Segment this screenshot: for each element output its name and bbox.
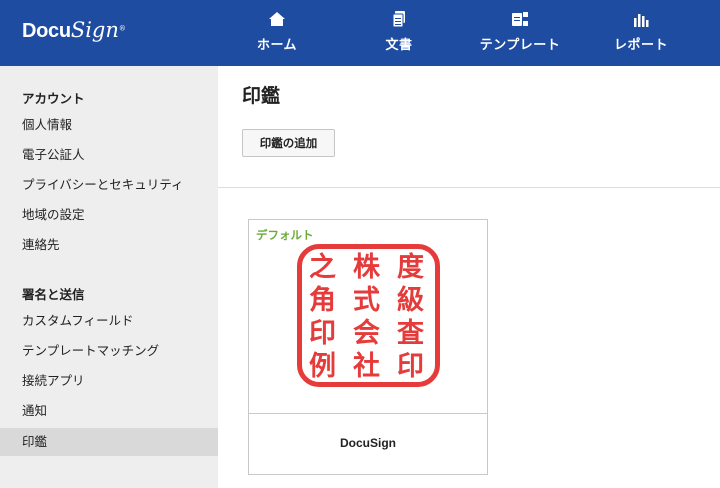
sidebar-item-notary[interactable]: 電子公証人 xyxy=(0,141,218,169)
stamp-char: 例 xyxy=(309,351,336,382)
stamp-char: 印 xyxy=(309,318,336,349)
default-badge: デフォルト xyxy=(256,228,314,242)
nav-templates-label: テンプレート xyxy=(479,38,561,53)
nav-home[interactable]: ホーム xyxy=(222,0,332,66)
sidebar-item-notifications[interactable]: 通知 xyxy=(0,397,218,425)
divider xyxy=(218,187,720,188)
sidebar-item-custom-fields[interactable]: カスタムフィールド xyxy=(0,307,218,335)
stamp-char: 角 xyxy=(309,285,336,316)
sidebar-item-privacy-security[interactable]: プライバシーとセキュリティ xyxy=(0,171,218,199)
nav-reports-label: レポート xyxy=(613,38,668,53)
stamp-char: 之 xyxy=(309,252,336,283)
sidebar-section-signing: 署名と送信 xyxy=(22,287,85,302)
seal-card[interactable]: デフォルト 之 角 印 例 株 式 会 社 度 級 査 印 DocuSign xyxy=(248,219,488,475)
reports-icon xyxy=(634,14,649,27)
sidebar-item-contacts[interactable]: 連絡先 xyxy=(0,231,218,259)
stamp-char: 度 xyxy=(397,252,424,283)
sidebar-item-template-matching[interactable]: テンプレートマッチング xyxy=(0,337,218,365)
home-icon xyxy=(269,12,285,26)
top-navigation-bar: DocuSign® ホーム 文書 テンプレート レポート xyxy=(0,0,720,66)
sidebar-item-seals[interactable]: 印鑑 xyxy=(0,428,218,456)
stamp-char: 式 xyxy=(353,285,380,316)
documents-icon xyxy=(392,11,405,28)
page-title: 印鑑 xyxy=(242,85,281,107)
seal-stamp-image: 之 角 印 例 株 式 会 社 度 級 査 印 xyxy=(297,244,440,387)
seal-name: DocuSign xyxy=(340,436,396,450)
sidebar-item-regional-settings[interactable]: 地域の設定 xyxy=(0,201,218,229)
add-seal-button[interactable]: 印鑑の追加 xyxy=(242,129,335,157)
stamp-char: 印 xyxy=(397,351,424,382)
stamp-char: 査 xyxy=(397,318,424,349)
sidebar-item-connected-apps[interactable]: 接続アプリ xyxy=(0,367,218,395)
stamp-char: 級 xyxy=(397,285,424,316)
stamp-char: 会 xyxy=(353,318,380,349)
sidebar-section-account: アカウント xyxy=(22,91,85,106)
sidebar-item-personal-info[interactable]: 個人情報 xyxy=(0,111,218,139)
nav-reports[interactable]: レポート xyxy=(586,0,696,66)
templates-icon xyxy=(512,12,528,26)
nav-templates[interactable]: テンプレート xyxy=(465,0,575,66)
docusign-logo[interactable]: DocuSign® xyxy=(22,18,126,48)
stamp-char: 社 xyxy=(353,351,380,382)
seal-preview: デフォルト 之 角 印 例 株 式 会 社 度 級 査 印 xyxy=(249,220,487,414)
settings-sidebar: アカウント 個人情報 電子公証人 プライバシーとセキュリティ 地域の設定 連絡先… xyxy=(0,66,218,488)
nav-documents[interactable]: 文書 xyxy=(344,0,454,66)
nav-documents-label: 文書 xyxy=(385,38,413,53)
nav-home-label: ホーム xyxy=(256,38,298,53)
stamp-char: 株 xyxy=(353,252,380,283)
